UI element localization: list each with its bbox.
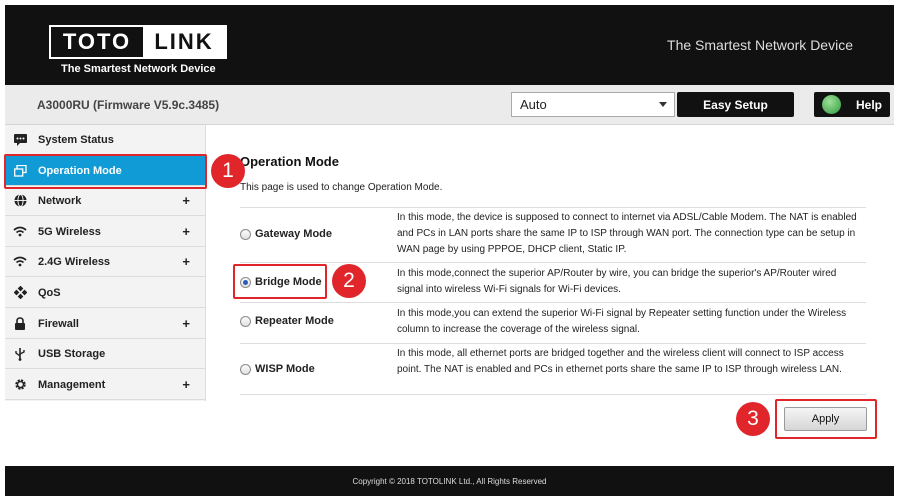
help-label: Help (855, 97, 882, 112)
mode-label-text: Gateway Mode (255, 228, 333, 240)
logo-text-right: LINK (143, 27, 225, 57)
wifi-icon (13, 255, 27, 269)
annotation-badge-2: 2 (332, 264, 366, 298)
expand-plus-icon[interactable]: + (182, 224, 190, 239)
header-slogan: The Smartest Network Device (667, 37, 853, 53)
language-select-value: Auto (520, 97, 547, 112)
sidebar-item-system-status[interactable]: System Status (5, 125, 206, 155)
annotation-badge-3: 3 (736, 402, 770, 436)
easy-setup-button[interactable]: Easy Setup (677, 92, 794, 117)
language-select[interactable]: Auto (511, 92, 675, 117)
sidebar-item-label: Network (38, 194, 82, 207)
help-button[interactable]: Help (814, 92, 890, 117)
model-firmware-label: A3000RU (Firmware V5.9c.3485) (37, 98, 220, 112)
logo-text-left: TOTO (51, 27, 143, 57)
sidebar-item-firewall[interactable]: Firewall + (5, 309, 206, 339)
sidebar-item-label: Management (38, 378, 106, 391)
page-description: This page is used to change Operation Mo… (240, 182, 443, 193)
wifi-icon (13, 225, 27, 239)
expand-plus-icon[interactable]: + (182, 254, 190, 269)
mode-description: In this mode,you can extend the superior… (397, 308, 847, 335)
mode-row-repeater: Repeater Mode In this mode,you can exten… (240, 304, 866, 344)
toolbar: A3000RU (Firmware V5.9c.3485) Auto Easy … (5, 85, 894, 125)
mode-label-text: WISP Mode (255, 363, 315, 375)
header-bar: TOTO LINK The Smartest Network Device Th… (5, 5, 894, 85)
annotation-highlight-1 (4, 154, 207, 189)
mode-description: In this mode, the device is supposed to … (397, 212, 857, 255)
repeater-mode-radio[interactable] (240, 315, 251, 327)
sidebar-item-5g-wireless[interactable]: 5G Wireless + (5, 217, 206, 247)
wisp-mode-radio[interactable] (240, 363, 251, 375)
gateway-mode-radio[interactable] (240, 228, 251, 240)
lock-icon (13, 317, 27, 331)
usb-icon (13, 347, 27, 361)
copyright-text: Copyright © 2018 TOTOLINK Ltd., All Righ… (352, 476, 547, 486)
mode-row-gateway: Gateway Mode In this mode, the device is… (240, 208, 866, 263)
sidebar-item-label: System Status (38, 133, 114, 146)
diamond-icon (13, 286, 27, 300)
mode-row-wisp: WISP Mode In this mode, all ethernet por… (240, 345, 866, 395)
expand-plus-icon[interactable]: + (182, 316, 190, 331)
sidebar-item-label: Firewall (38, 317, 79, 330)
gear-icon (13, 378, 27, 392)
expand-plus-icon[interactable]: + (182, 193, 190, 208)
annotation-highlight-3 (775, 399, 877, 439)
sidebar-item-label: 5G Wireless (38, 225, 101, 238)
chevron-down-icon (659, 102, 667, 107)
wisp-mode-option[interactable]: WISP Mode (240, 363, 315, 375)
annotation-highlight-2 (233, 264, 327, 299)
repeater-mode-option[interactable]: Repeater Mode (240, 315, 334, 327)
expand-plus-icon[interactable]: + (182, 377, 190, 392)
chat-bubble-icon (13, 133, 27, 147)
sidebar-item-24g-wireless[interactable]: 2.4G Wireless + (5, 247, 206, 277)
help-globe-icon (822, 95, 841, 114)
logo-tagline: The Smartest Network Device (61, 63, 216, 75)
annotation-badge-1: 1 (211, 154, 245, 188)
sidebar-item-label: QoS (38, 286, 61, 299)
sidebar-item-usb-storage[interactable]: USB Storage (5, 339, 206, 369)
gateway-mode-option[interactable]: Gateway Mode (240, 228, 332, 240)
footer-bar: Copyright © 2018 TOTOLINK Ltd., All Righ… (5, 466, 894, 496)
mode-label-text: Repeater Mode (255, 315, 334, 327)
sidebar-item-qos[interactable]: QoS (5, 278, 206, 308)
page-title: Operation Mode (240, 154, 339, 169)
totolink-logo[interactable]: TOTO LINK (49, 25, 227, 59)
sidebar-item-network[interactable]: Network + (5, 186, 206, 216)
mode-description: In this mode,connect the superior AP/Rou… (397, 268, 837, 295)
operation-mode-table: Gateway Mode In this mode, the device is… (240, 207, 866, 395)
globe-icon (13, 194, 27, 208)
mode-description: In this mode, all ethernet ports are bri… (397, 348, 844, 375)
sidebar-item-label: USB Storage (38, 347, 106, 360)
sidebar-item-label: 2.4G Wireless (38, 255, 111, 268)
sidebar-item-management[interactable]: Management + (5, 370, 206, 400)
